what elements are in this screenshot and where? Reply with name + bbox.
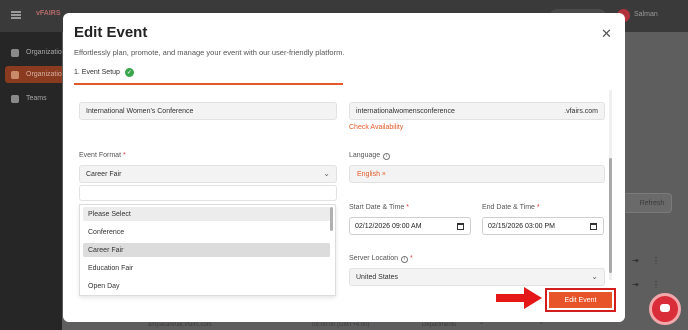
edit-event-modal: Edit Event ✕ Effortlessly plan, promote,… [63,13,625,322]
event-format-value: Career Fair [86,170,122,178]
end-date-value: 02/15/2026 03:00 PM [488,222,555,230]
modal-scrollbar-thumb[interactable] [609,158,612,273]
user-name[interactable]: Salman [634,11,658,18]
step-label: 1. Event Setup [74,69,120,76]
app-logo: vFAIRS [36,10,61,17]
option-open-day[interactable]: Open Day [83,279,330,293]
sidebar-item-label: Teams [26,95,47,102]
option-career-fair[interactable]: Career Fair [83,243,330,257]
end-label-text: End Date & Time [482,204,535,211]
language-select[interactable]: English × [349,165,605,183]
required-marker: * [536,204,540,211]
event-name-input[interactable]: International Women's Conference [79,102,337,120]
check-icon: ✓ [124,68,134,77]
row-department: Departments [422,322,457,328]
refresh-label: Refresh [639,199,665,207]
modal-scrollbar[interactable] [609,90,612,280]
dropdown-scrollbar[interactable] [330,207,333,231]
start-label-text: Start Date & Time [349,204,405,211]
server-location-label-text: Server Location [349,255,399,262]
hamburger-menu-icon[interactable] [11,11,21,19]
row-time: 09:00:00 (GMT+4:00) [312,322,370,328]
login-icon[interactable]: ⇥ [632,280,640,289]
calendar-icon[interactable] [457,223,464,230]
required-marker: * [409,255,413,262]
event-format-label: Event Format * [79,152,126,159]
start-date-label: Start Date & Time * [349,204,409,211]
calendar-icon [11,70,19,79]
server-location-select[interactable]: United States ⌄ [349,268,605,286]
language-label-text: Language [349,152,381,159]
subdomain-value: internationalwomensconference [356,107,455,115]
info-icon[interactable]: i [383,152,391,160]
chevron-down-icon: ⌄ [323,169,330,178]
end-date-label: End Date & Time * [482,204,540,211]
edit-event-button[interactable]: Edit Event [545,288,616,312]
refresh-button[interactable]: Refresh [622,193,672,213]
close-icon[interactable]: ✕ [601,26,612,42]
language-chip-label: English [357,171,380,178]
end-date-input[interactable]: 02/15/2026 03:00 PM [482,217,604,235]
modal-title: Edit Event [74,24,148,41]
start-date-value: 02/12/2026 09:00 AM [355,222,422,230]
server-location-value: United States [356,273,399,281]
required-marker: * [406,204,409,211]
sidebar: Organization D Organization E Teams [0,32,75,330]
annotation-arrow-icon [496,287,542,309]
start-date-input[interactable]: 02/12/2026 09:00 AM [349,217,471,235]
language-label: Language i [349,152,391,160]
required-marker: * [122,152,126,159]
row-url: ampacarefair.vfairs.com [148,322,212,328]
login-icon[interactable]: ⇥ [632,256,640,265]
edit-event-button-label: Edit Event [549,292,612,308]
subdomain-input[interactable]: internationalwomensconference .vfairs.co… [349,102,605,120]
chat-icon[interactable] [649,293,681,325]
event-format-search-input[interactable] [79,185,337,201]
option-conference[interactable]: Conference [83,225,330,239]
modal-subtitle: Effortlessly plan, promote, and manage y… [74,48,345,57]
domain-suffix: .vfairs.com [564,107,598,115]
more-icon[interactable]: ⋮ [652,280,660,289]
layers-icon [11,94,19,103]
server-location-label: Server Location i * [349,255,413,263]
event-format-label-text: Event Format [79,152,122,159]
tab-event-setup[interactable]: 1. Event Setup ✓ [74,68,134,77]
language-chip[interactable]: English × [357,171,386,178]
people-icon [11,48,19,57]
calendar-icon[interactable] [590,223,597,230]
info-icon[interactable]: i [401,255,409,263]
event-format-select[interactable]: Career Fair ⌄ [79,165,337,183]
event-name-value: International Women's Conference [86,107,194,115]
check-availability-link[interactable]: Check Availability [349,124,403,131]
option-education-fair[interactable]: Education Fair [83,261,330,275]
option-please-select[interactable]: Please Select [83,207,330,221]
more-icon[interactable]: ⋮ [652,256,660,265]
remove-icon[interactable]: × [382,171,386,178]
event-format-options: Please Select Conference Career Fair Edu… [79,204,336,296]
chevron-down-icon: ⌄ [591,272,598,281]
